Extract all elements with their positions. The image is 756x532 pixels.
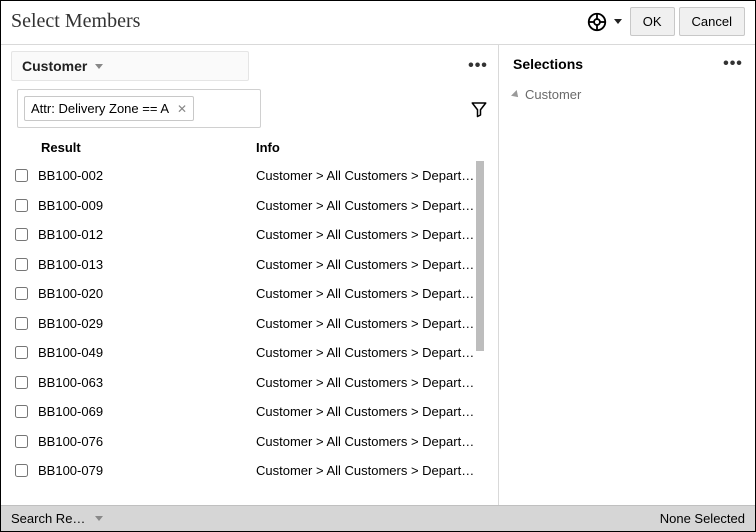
chevron-down-icon (95, 516, 103, 521)
footer: Search Res… None Selected (1, 505, 755, 531)
table-row: BB100-069Customer > All Customers > Depa… (13, 397, 484, 427)
left-more-menu[interactable]: ••• (468, 57, 488, 75)
row-label[interactable]: BB100-079 (38, 463, 256, 478)
table-row: BB100-049Customer > All Customers > Depa… (13, 338, 484, 368)
tree-item-label: Customer (525, 87, 581, 102)
row-label[interactable]: BB100-049 (38, 345, 256, 360)
row-label[interactable]: BB100-069 (38, 404, 256, 419)
row-info: Customer > All Customers > Depart… (256, 316, 484, 331)
row-checkbox[interactable] (15, 258, 28, 271)
tree-item-customer[interactable]: Customer (513, 83, 741, 106)
row-label[interactable]: BB100-020 (38, 286, 256, 301)
table-row: BB100-020Customer > All Customers > Depa… (13, 279, 484, 309)
row-label[interactable]: BB100-076 (38, 434, 256, 449)
dimension-label: Customer (22, 58, 87, 74)
row-checkbox[interactable] (15, 376, 28, 389)
row-info: Customer > All Customers > Depart… (256, 463, 484, 478)
row-info: Customer > All Customers > Depart… (256, 257, 484, 272)
row-checkbox[interactable] (15, 435, 28, 448)
collapse-icon (511, 90, 521, 100)
members-pane: Customer ••• Attr: Delivery Zone == A ✕ … (1, 45, 498, 505)
filter-chip[interactable]: Attr: Delivery Zone == A ✕ (24, 96, 194, 121)
table-row: BB100-029Customer > All Customers > Depa… (13, 309, 484, 339)
cancel-button[interactable]: Cancel (679, 7, 745, 36)
table-row: BB100-002Customer > All Customers > Depa… (13, 161, 484, 191)
chevron-down-icon (95, 64, 103, 69)
column-info: Info (256, 140, 484, 155)
row-label[interactable]: BB100-063 (38, 375, 256, 390)
row-label[interactable]: BB100-009 (38, 198, 256, 213)
right-more-menu[interactable]: ••• (723, 55, 743, 73)
help-icon[interactable] (586, 11, 608, 33)
scrollbar[interactable] (476, 161, 484, 351)
footer-tab[interactable]: Search Res… (11, 511, 496, 526)
row-label[interactable]: BB100-013 (38, 257, 256, 272)
row-info: Customer > All Customers > Depart… (256, 227, 484, 242)
row-info: Customer > All Customers > Depart… (256, 434, 484, 449)
row-info: Customer > All Customers > Depart… (256, 168, 484, 183)
row-checkbox[interactable] (15, 287, 28, 300)
help-dropdown-icon[interactable] (614, 19, 622, 24)
table-row: BB100-063Customer > All Customers > Depa… (13, 368, 484, 398)
row-checkbox[interactable] (15, 169, 28, 182)
row-label[interactable]: BB100-012 (38, 227, 256, 242)
table-row: BB100-076Customer > All Customers > Depa… (13, 427, 484, 457)
footer-tab-label: Search Res… (11, 511, 89, 526)
filter-icon[interactable] (470, 100, 488, 118)
row-checkbox[interactable] (15, 199, 28, 212)
results-list: BB100-002Customer > All Customers > Depa… (13, 161, 484, 486)
row-checkbox[interactable] (15, 317, 28, 330)
table-row: BB100-079Customer > All Customers > Depa… (13, 456, 484, 486)
row-info: Customer > All Customers > Depart… (256, 375, 484, 390)
row-checkbox[interactable] (15, 405, 28, 418)
row-info: Customer > All Customers > Depart… (256, 345, 484, 360)
ok-button[interactable]: OK (630, 7, 675, 36)
row-checkbox[interactable] (15, 228, 28, 241)
row-checkbox[interactable] (15, 346, 28, 359)
table-row: BB100-012Customer > All Customers > Depa… (13, 220, 484, 250)
row-label[interactable]: BB100-002 (38, 168, 256, 183)
row-checkbox[interactable] (15, 464, 28, 477)
filter-chip-area: Attr: Delivery Zone == A ✕ (17, 89, 261, 128)
column-result: Result (41, 140, 256, 155)
table-row: BB100-013Customer > All Customers > Depa… (13, 250, 484, 280)
selections-title: Selections (513, 56, 583, 72)
footer-status: None Selected (496, 511, 745, 526)
selections-pane: Selections ••• Customer (499, 45, 755, 505)
results-header: Result Info (1, 138, 498, 161)
row-info: Customer > All Customers > Depart… (256, 286, 484, 301)
dialog-title: Select Members (11, 10, 140, 33)
row-info: Customer > All Customers > Depart… (256, 198, 484, 213)
dimension-selector[interactable]: Customer (11, 51, 249, 81)
row-info: Customer > All Customers > Depart… (256, 404, 484, 419)
filter-chip-label: Attr: Delivery Zone == A (31, 101, 169, 116)
row-label[interactable]: BB100-029 (38, 316, 256, 331)
dialog-header: Select Members OK Cancel (1, 1, 755, 45)
close-icon[interactable]: ✕ (177, 102, 187, 116)
table-row: BB100-009Customer > All Customers > Depa… (13, 191, 484, 221)
